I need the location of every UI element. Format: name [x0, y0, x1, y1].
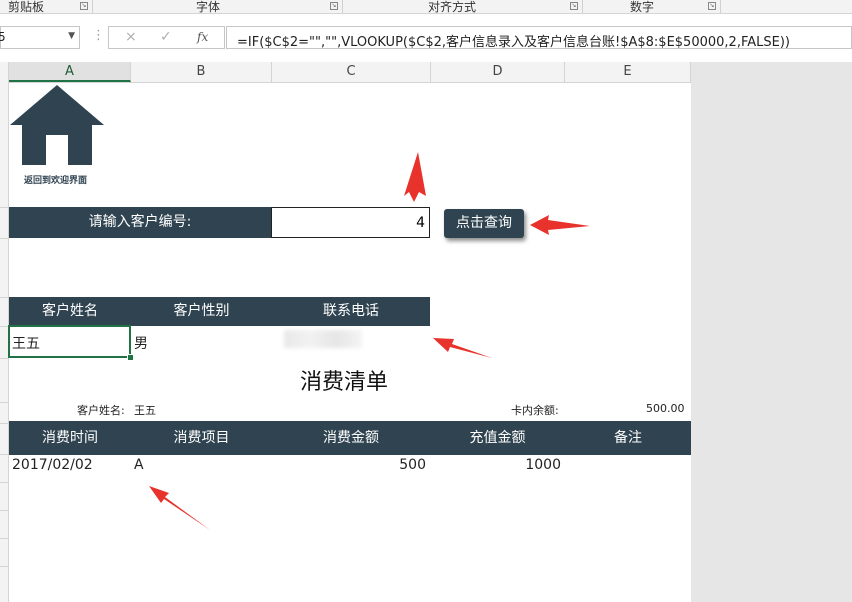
arrow-to-input-icon	[404, 152, 426, 202]
arrow-to-record-icon	[149, 486, 210, 530]
annotation-arrows	[149, 152, 590, 530]
arrow-to-button-icon	[530, 215, 590, 235]
arrow-to-phone-icon	[433, 338, 492, 358]
